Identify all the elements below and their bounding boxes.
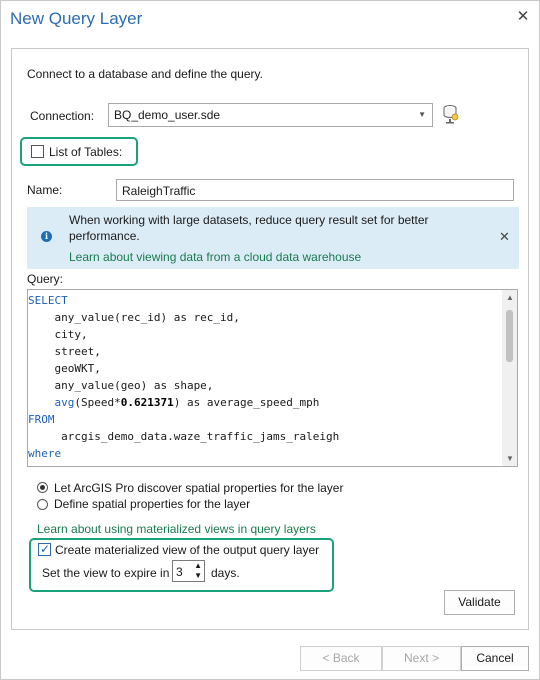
query-label: Query: (27, 272, 64, 286)
validate-button[interactable]: Validate (444, 590, 515, 615)
query-line: FROM (28, 413, 55, 426)
query-line: where (28, 447, 62, 460)
query-line: any_value(rec_id) as rec_id, (28, 311, 240, 324)
name-field[interactable]: RaleighTraffic (116, 179, 514, 201)
list-tables-checkbox[interactable] (31, 145, 44, 158)
back-button[interactable]: < Back (300, 646, 382, 671)
discover-spatial-radio[interactable] (37, 482, 48, 493)
chevron-down-icon: ▼ (418, 110, 426, 119)
expire-days-stepper[interactable]: 3 ▲ ▼ (172, 560, 205, 582)
define-spatial-radio[interactable] (37, 499, 48, 510)
window-title: New Query Layer (10, 9, 143, 28)
query-line: street, (28, 345, 101, 358)
connection-value: BQ_demo_user.sde (114, 108, 221, 122)
close-icon[interactable]: ✕ (514, 8, 532, 26)
query-editor[interactable]: SELECT any_value(rec_id) as rec_id, city… (27, 289, 518, 467)
next-button[interactable]: Next > (382, 646, 461, 671)
materialized-views-link[interactable]: Learn about using materialized views in … (37, 522, 316, 536)
expire-prefix-label: Set the view to expire in (42, 566, 170, 580)
query-line: EXTRACT(hour FROM ts AT TIME ZONE "Ameri… (28, 462, 433, 466)
discover-spatial-label: Let ArcGIS Pro discover spatial properti… (54, 481, 344, 495)
name-label: Name: (27, 183, 63, 197)
info-banner-text: When working with large datasets, reduce… (69, 213, 429, 243)
cancel-button[interactable]: Cancel (461, 646, 529, 671)
query-code: SELECT any_value(rec_id) as rec_id, city… (28, 292, 433, 466)
query-line: city, (28, 328, 88, 341)
info-icon: i (41, 231, 52, 242)
stepper-up-icon[interactable]: ▲ (194, 561, 202, 570)
intro-text: Connect to a database and define the que… (27, 67, 263, 81)
connection-label: Connection: (30, 109, 95, 123)
connection-select[interactable]: BQ_demo_user.sde ▼ (108, 103, 433, 127)
query-line: arcgis_demo_data.waze_traffic_jams_ralei… (28, 430, 340, 443)
materialized-view-label: Create materialized view of the output q… (55, 543, 320, 557)
expire-days-value: 3 (176, 565, 183, 579)
database-connection-icon[interactable] (442, 104, 460, 124)
stepper-down-icon[interactable]: ▼ (194, 571, 202, 580)
materialized-view-checkbox[interactable] (38, 542, 51, 556)
query-scrollbar[interactable]: ▲ ▼ (502, 290, 517, 466)
scroll-thumb[interactable] (506, 310, 513, 362)
scroll-up-icon[interactable]: ▲ (506, 293, 514, 302)
info-close-icon[interactable]: ✕ (499, 229, 510, 245)
cloud-warehouse-link[interactable]: Learn about viewing data from a cloud da… (69, 250, 361, 264)
list-tables-label: List of Tables: (49, 145, 123, 159)
query-line: geoWKT, (28, 362, 101, 375)
query-line: SELECT (28, 294, 68, 307)
define-spatial-label: Define spatial properties for the layer (54, 497, 251, 511)
query-line: avg(Speed*0.621371) as average_speed_mph (54, 396, 320, 409)
name-value: RaleighTraffic (122, 184, 196, 198)
query-line: any_value(geo) as shape, (28, 379, 214, 392)
scroll-down-icon[interactable]: ▼ (506, 454, 514, 463)
expire-suffix-label: days. (211, 566, 240, 580)
